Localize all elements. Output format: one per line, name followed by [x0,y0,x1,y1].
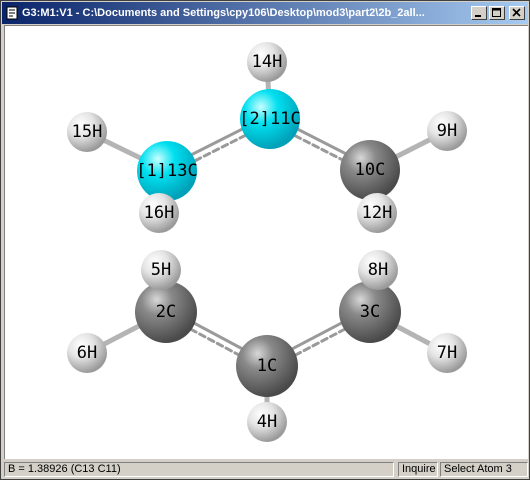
atom-label-6: 6H [77,343,97,363]
maximize-icon [492,8,501,17]
atom-14[interactable]: 14H [247,42,287,82]
atom-2[interactable]: 2C [135,281,197,343]
status-bar: B = 1.38926 (C13 C11) Inquire Select Ato… [2,460,528,479]
atom-label-14: 14H [252,52,283,72]
molecule-view-window: G3:M1:V1 - C:\Documents and Settings\cpy… [0,0,530,480]
status-measurement: B = 1.38926 (C13 C11) [4,462,394,477]
atom-3[interactable]: 3C [339,281,401,343]
atom-13[interactable]: [1]13C [136,141,198,201]
molecule-viewport[interactable]: [1]13C [2]11C 10C 2C 3C 1C 14H 15H 16H 9H 12H 5H 8H 6… [4,25,528,459]
close-icon [512,8,521,17]
atom-15[interactable]: 15H [67,112,107,152]
atom-label-5: 5H [151,260,171,280]
maximize-button[interactable] [489,6,505,20]
atom-label-4: 4H [257,412,277,432]
molecule-canvas[interactable]: [1]13C [2]11C 10C 2C 3C 1C 14H 15H 16H 9H 12H 5H 8H 6… [5,26,528,459]
atom-label-11: [2]11C [239,109,300,129]
atom-label-2: 2C [156,302,176,322]
atom-16[interactable]: 16H [139,193,179,233]
atom-label-16: 16H [144,203,175,223]
atom-label-7: 7H [437,343,457,363]
atom-11[interactable]: [2]11C [239,89,301,149]
atom-label-8: 8H [368,260,388,280]
atom-label-3: 3C [360,302,380,322]
status-mode: Inquire [398,462,438,477]
minimize-button[interactable] [471,6,487,20]
atom-label-15: 15H [72,122,103,142]
atom-label-1: 1C [257,356,277,376]
atom-8[interactable]: 8H [358,250,398,290]
gaussview-document-icon[interactable] [5,6,19,20]
atom-label-12: 12H [362,203,393,223]
atom-5[interactable]: 5H [141,250,181,290]
atom-10[interactable]: 10C [340,140,400,200]
atom-9[interactable]: 9H [427,111,467,151]
atom-6[interactable]: 6H [67,333,107,373]
atom-label-13: [1]13C [136,161,197,181]
atom-7[interactable]: 7H [427,333,467,373]
atom-4[interactable]: 4H [247,402,287,442]
atom-label-10: 10C [355,160,386,180]
atom-label-9: 9H [437,121,457,141]
window-title: G3:M1:V1 - C:\Documents and Settings\cpy… [22,7,425,19]
title-bar[interactable]: G3:M1:V1 - C:\Documents and Settings\cpy… [2,2,528,24]
close-button[interactable] [509,6,525,20]
status-action: Select Atom 3 [440,462,528,477]
atom-12[interactable]: 12H [357,193,397,233]
atom-1[interactable]: 1C [236,335,298,397]
minimize-icon [475,15,481,17]
